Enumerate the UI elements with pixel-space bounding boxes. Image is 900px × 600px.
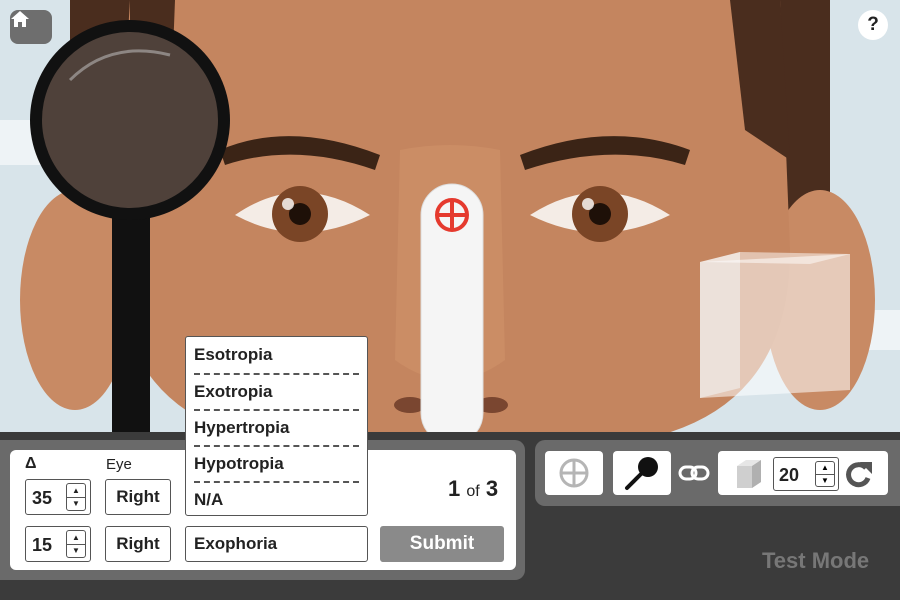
rotate-icon[interactable] <box>842 458 874 490</box>
help-icon: ? <box>867 14 879 35</box>
diagnosis-select-row-2[interactable]: Exophoria <box>185 526 368 562</box>
home-icon <box>11 11 29 27</box>
dropdown-option-hypotropia[interactable]: Hypotropia <box>194 445 359 481</box>
eye-value: Right <box>116 487 160 506</box>
prism-diopter-label: Δ <box>25 455 37 472</box>
prism-stepper-row-1[interactable]: 35 ▲ ▼ <box>25 479 91 515</box>
eye-select-row-1[interactable]: Right <box>105 479 171 515</box>
prism-power-value: 20 <box>779 465 800 485</box>
prism-value: 15 <box>32 535 53 555</box>
eye-value: Right <box>116 534 160 553</box>
prism-icon <box>737 460 761 488</box>
increment-icon[interactable]: ▲ <box>67 484 85 497</box>
occluder-tool-button[interactable] <box>613 451 671 495</box>
diagnosis-dropdown[interactable]: Esotropia Exotropia Hypertropia Hypotrop… <box>185 336 368 516</box>
decrement-icon[interactable]: ▼ <box>816 473 834 487</box>
stepper-arrows[interactable]: ▲ ▼ <box>815 461 835 487</box>
decrement-icon[interactable]: ▼ <box>67 543 85 558</box>
counter-current: 1 <box>448 476 461 501</box>
prism-power-stepper[interactable]: 20 ▲ ▼ <box>773 457 839 491</box>
test-mode-label: Test Mode <box>762 548 870 573</box>
increment-icon[interactable]: ▲ <box>67 531 85 544</box>
decrement-icon[interactable]: ▼ <box>67 496 85 511</box>
prism-stepper-row-2[interactable]: 15 ▲ ▼ <box>25 526 91 562</box>
diagnosis-value: Exophoria <box>194 534 278 553</box>
prism-block[interactable] <box>0 0 900 432</box>
eye-column-label: Eye <box>106 456 132 473</box>
help-button[interactable]: ? <box>858 10 888 40</box>
fixation-target-tool-button[interactable] <box>545 451 603 495</box>
submit-button[interactable]: Submit <box>380 526 504 562</box>
link-icon[interactable] <box>678 462 710 484</box>
occluder-icon <box>625 457 658 490</box>
stepper-arrows[interactable]: ▲ ▼ <box>66 483 86 511</box>
patient-face-scene: ? <box>0 0 900 432</box>
crosshair-icon <box>559 458 589 488</box>
dropdown-option-exotropia[interactable]: Exotropia <box>194 373 359 409</box>
eye-select-row-2[interactable]: Right <box>105 526 171 562</box>
counter-total: 3 <box>485 476 499 501</box>
increment-icon[interactable]: ▲ <box>816 462 834 474</box>
stepper-arrows[interactable]: ▲ ▼ <box>66 530 86 558</box>
home-button[interactable] <box>10 10 52 44</box>
counter-of: of <box>466 483 480 500</box>
prism-value: 35 <box>32 488 53 508</box>
question-counter: 1 of 3 <box>448 476 498 502</box>
dropdown-option-hypertropia[interactable]: Hypertropia <box>194 409 359 445</box>
dropdown-option-esotropia[interactable]: Esotropia <box>194 337 359 373</box>
dropdown-option-na[interactable]: N/A <box>194 481 359 517</box>
